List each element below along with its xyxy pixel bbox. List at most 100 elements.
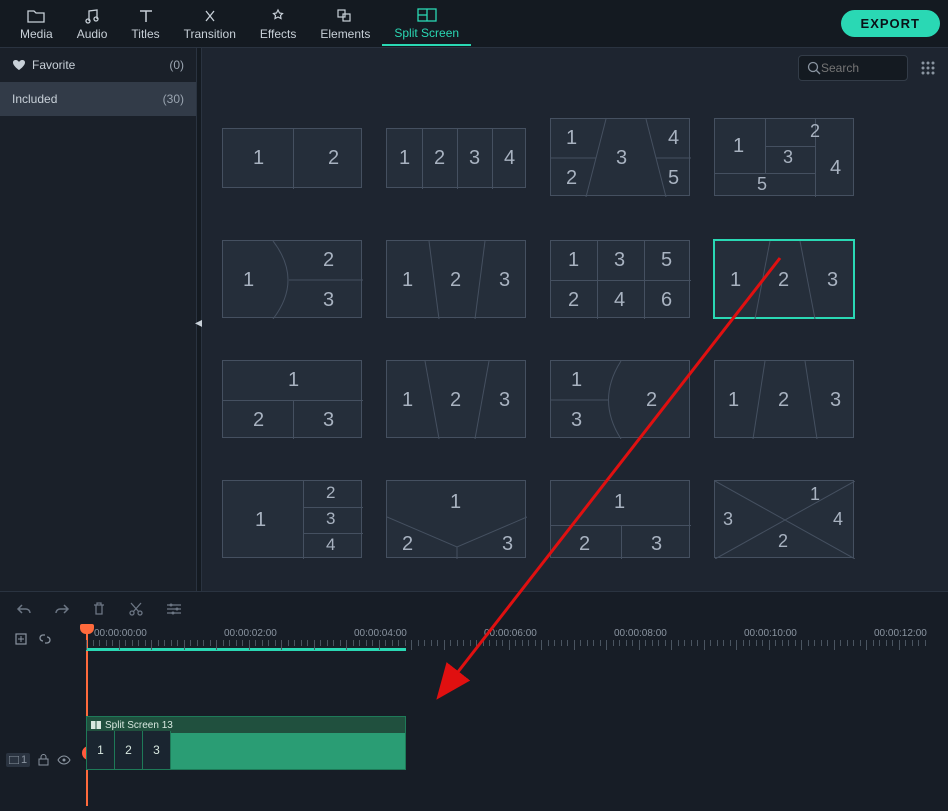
view-mode-icon[interactable]: [920, 60, 936, 76]
cell-number: 2: [450, 389, 461, 412]
link-icon[interactable]: [38, 632, 52, 646]
cell-number: 1: [253, 147, 264, 170]
template-item[interactable]: 1 2 3 4: [222, 480, 362, 558]
tab-elements[interactable]: Elements: [308, 3, 382, 45]
cell-number: 1: [728, 389, 739, 412]
undo-icon[interactable]: [16, 602, 32, 616]
template-item[interactable]: 1 2 3 4 5: [714, 118, 854, 196]
template-item[interactable]: 1 2 3 4: [386, 128, 526, 188]
cell-number: 1: [571, 369, 582, 392]
cell-number: 3: [502, 533, 513, 556]
template-item[interactable]: 1 2 3: [714, 360, 854, 438]
clip-icon: [91, 721, 101, 729]
cell-number: 1: [810, 484, 820, 505]
cell-number: 2: [646, 389, 657, 412]
cell-number: 1: [730, 269, 741, 292]
timeline-ruler[interactable]: 00:00:00:00 00:00:02:00 00:00:04:00 00:0…: [86, 626, 948, 652]
lock-icon[interactable]: [38, 754, 49, 766]
sliders-icon[interactable]: [166, 602, 182, 616]
cell-number: 3: [651, 533, 662, 556]
heart-icon: [12, 59, 26, 71]
top-tab-bar: Media Audio Titles Transition Effects El…: [0, 0, 948, 48]
cell-number: 2: [778, 531, 788, 552]
cell-number: 4: [614, 289, 625, 312]
template-item[interactable]: 1 2 3 4: [714, 480, 854, 558]
cell-number: 4: [668, 127, 679, 150]
sidebar-count: (0): [169, 58, 184, 72]
ruler-ticks: [86, 640, 948, 650]
cell-number: 2: [778, 269, 789, 292]
cell-number: 2: [450, 269, 461, 292]
cell-number: 5: [668, 167, 679, 190]
cell-number: 1: [243, 269, 254, 292]
cut-icon[interactable]: [128, 601, 144, 617]
template-item[interactable]: 1 2 3: [386, 360, 526, 438]
music-icon: [83, 7, 101, 25]
text-icon: [137, 7, 155, 25]
tab-transition[interactable]: Transition: [172, 3, 248, 45]
delete-icon[interactable]: [92, 601, 106, 617]
cell-number: 1: [614, 491, 625, 514]
cell-number: 1: [733, 135, 744, 158]
cell-number: 2: [434, 147, 445, 170]
cell-number: 1: [402, 389, 413, 412]
tab-effects[interactable]: Effects: [248, 3, 308, 45]
cell-number: 2: [253, 409, 264, 432]
eye-icon[interactable]: [57, 755, 71, 765]
timecode: 00:00:00:00: [94, 628, 147, 639]
clip-cell: 3: [143, 731, 171, 769]
cell-number: 1: [255, 509, 266, 532]
cell-number: 3: [571, 409, 582, 432]
template-item[interactable]: 1 3 2: [550, 360, 690, 438]
template-item[interactable]: 1 2 3 4 5: [550, 118, 690, 196]
search-icon: [807, 61, 821, 75]
main-area: Favorite (0) Included (30) ◀ 1 2: [0, 48, 948, 591]
timeline-panel: 00:00:00:00 00:00:02:00 00:00:04:00 00:0…: [0, 591, 948, 811]
template-item[interactable]: 1 2 3: [222, 360, 362, 438]
sidebar-count: (30): [163, 92, 184, 106]
tab-label: Media: [20, 27, 53, 41]
cell-number: 4: [504, 147, 515, 170]
template-item[interactable]: 1 2 3: [386, 480, 526, 558]
cell-number: 3: [499, 389, 510, 412]
search-input[interactable]: [821, 61, 891, 75]
sidebar-label: Included: [12, 92, 57, 106]
template-item-selected[interactable]: 1 2 3: [714, 240, 854, 318]
elements-icon: [336, 7, 354, 25]
cell-number: 1: [450, 491, 461, 514]
timecode: 00:00:06:00: [484, 628, 537, 639]
redo-icon[interactable]: [54, 602, 70, 616]
cell-number: 3: [499, 269, 510, 292]
search-box[interactable]: [798, 55, 908, 81]
template-item[interactable]: 1 2 3: [550, 480, 690, 558]
cell-number: 4: [326, 535, 335, 555]
template-item[interactable]: 1 2: [222, 128, 362, 188]
export-button[interactable]: EXPORT: [841, 10, 940, 37]
tab-split-screen[interactable]: Split Screen: [382, 2, 471, 46]
timecode: 00:00:02:00: [224, 628, 277, 639]
clip-cell: 2: [115, 731, 143, 769]
clip-cell: 1: [87, 731, 115, 769]
tab-audio[interactable]: Audio: [65, 3, 120, 45]
cell-number: 3: [323, 409, 334, 432]
cell-number: 2: [323, 249, 334, 272]
cell-number: 3: [723, 509, 733, 530]
timeline-clip[interactable]: Split Screen 13 1 2 3: [86, 716, 406, 770]
track-area[interactable]: 1 Split Screen 13 1 2 3: [0, 652, 948, 802]
template-item[interactable]: 1 2 3: [386, 240, 526, 318]
timeline-ruler-row: 00:00:00:00 00:00:02:00 00:00:04:00 00:0…: [0, 626, 948, 652]
ruler-left-controls: [0, 626, 86, 652]
cell-number: 3: [830, 389, 841, 412]
template-item[interactable]: 1 3 5 2 4 6: [550, 240, 690, 318]
cell-number: 3: [783, 147, 793, 168]
marker-add-icon[interactable]: [14, 632, 28, 646]
sidebar-item-favorite[interactable]: Favorite (0): [0, 48, 196, 82]
tab-titles[interactable]: Titles: [119, 3, 171, 45]
tab-label: Split Screen: [394, 26, 459, 40]
cell-number: 2: [810, 121, 820, 142]
tab-media[interactable]: Media: [8, 3, 65, 45]
sidebar-item-included[interactable]: Included (30): [0, 82, 196, 116]
cell-number: 2: [402, 533, 413, 556]
effects-icon: [269, 7, 287, 25]
template-item[interactable]: 1 2 3: [222, 240, 362, 318]
